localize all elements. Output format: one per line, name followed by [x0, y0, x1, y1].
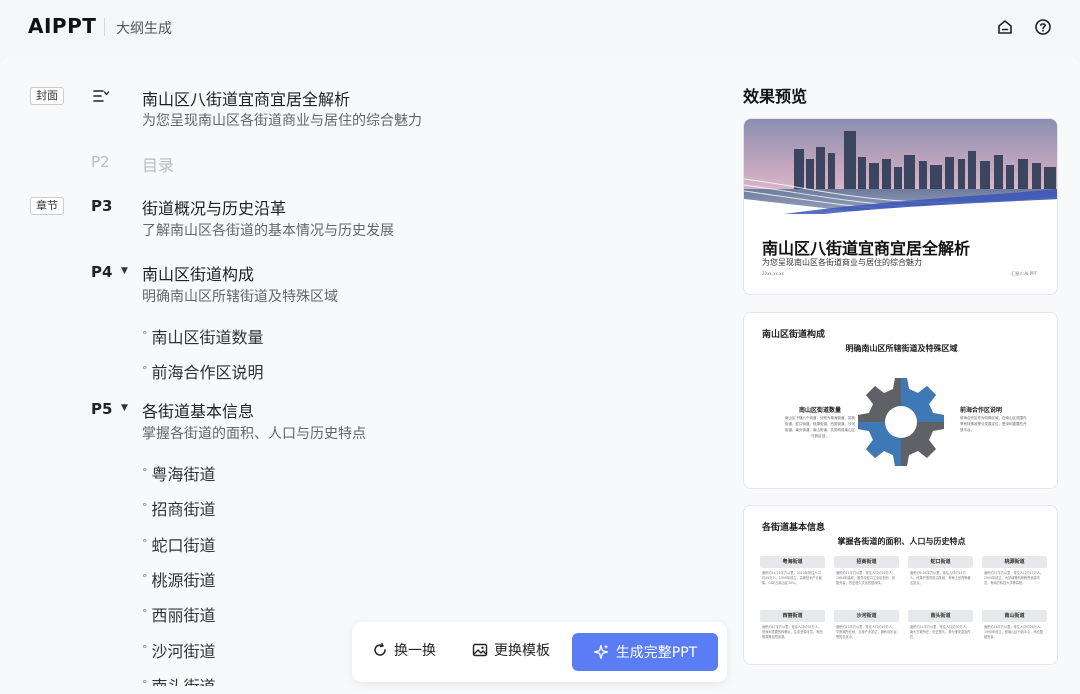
street-cell: 粤海街道 面积约14.25平方公里，2020年常住人口约45万人，1999年成立，… — [760, 556, 825, 606]
header-divider — [104, 18, 105, 36]
list-item[interactable]: ° 南山区街道数量 — [142, 324, 264, 348]
list-item[interactable]: ° 蛇口街道 — [142, 532, 216, 556]
list-item[interactable]: ° 沙河街道 — [142, 638, 216, 662]
sparkle-icon — [593, 644, 608, 660]
city-skyline-image — [744, 119, 1057, 214]
page-number-p5: P5 — [91, 400, 113, 418]
shuffle-label: 换一换 — [394, 643, 436, 659]
app-logo[interactable]: AIPPT — [28, 14, 96, 38]
preview-slide-composition[interactable]: 南山区街道构成 明确南山区所辖街道及特殊区域 南山区街道数量 南山区下辖八个街道… — [743, 312, 1058, 489]
list-item[interactable]: ° 粤海街道 — [142, 461, 216, 485]
list-item[interactable]: ° 招商街道 — [142, 496, 216, 520]
slide-subheading: 明确南山区所辖街道及特殊区域 — [845, 344, 958, 353]
street-grid: 粤海街道 面积约14.25平方公里，2020年常住人口约45万人，1999年成立，… — [760, 556, 1047, 660]
page-number-p4: P4 — [91, 263, 113, 281]
collapse-caret-icon[interactable]: ▼ — [121, 403, 128, 413]
slide-author: 汇报人:AI PPT — [1011, 271, 1037, 276]
p3-title[interactable]: 街道概况与历史沿革 — [142, 195, 286, 219]
slide-subtitle: 为您呈现南山区各街道商业与居住的综合魅力 — [762, 258, 922, 267]
list-sort-icon[interactable] — [92, 88, 110, 104]
home-icon[interactable] — [996, 18, 1014, 36]
gear-icon — [858, 378, 944, 466]
p3-desc[interactable]: 了解南山区各街道的基本情况与历史发展 — [142, 220, 394, 240]
collapse-caret-icon[interactable]: ▼ — [121, 266, 128, 276]
street-cell: 沙河街道 面积约21平方公里，常住人口约16万人，华侨城所在地，文旅产业发达，拥有… — [834, 610, 899, 660]
cover-title[interactable]: 南山区八街道宜商宜居全解析 — [142, 86, 350, 110]
preview-title: 效果预览 — [743, 87, 808, 106]
list-item[interactable]: ° 桃源街道 — [142, 567, 216, 591]
p5-desc[interactable]: 掌握各街道的面积、人口与历史特点 — [142, 423, 366, 443]
p5-title[interactable]: 各街道基本信息 — [142, 398, 254, 422]
image-template-icon — [472, 643, 488, 657]
chapter-tag: 章节 — [30, 197, 64, 215]
shuffle-button[interactable]: 换一换 — [372, 640, 436, 660]
action-bar: 换一换 更换模板 生成完整PPT — [352, 622, 727, 682]
list-item[interactable]: ° 前海合作区说明 — [142, 359, 264, 383]
cover-desc[interactable]: 为您呈现南山区各街道商业与居住的综合魅力 — [142, 110, 422, 130]
preview-slide-cover[interactable]: 南山区八街道宜商宜居全解析 为您呈现南山区各街道商业与居住的综合魅力 20xx.… — [743, 118, 1058, 295]
street-cell: 西丽街道 面积约47平方公里，常住人口约35万人，是深圳重要的科教区，生态资源丰富… — [760, 610, 825, 660]
help-icon[interactable] — [1034, 18, 1052, 36]
p4-title[interactable]: 南山区街道构成 — [142, 261, 254, 285]
slide-right-text: 前海合作区作为特殊区域，在南山区范围内享有特殊政策与发展定位，是深圳重要的开放平… — [960, 416, 1027, 432]
page-number-p3: P3 — [91, 197, 113, 215]
change-template-button[interactable]: 更换模板 — [472, 640, 550, 660]
street-cell: 南头街道 面积约11平方公里，常住人口约30万人，南头古城所在，历史悠久，曾为宝安… — [908, 610, 973, 660]
slide-left-text: 南山区下辖八个街道，分别为粤海街道、招商街道、蛇口街道、桃源街道、西丽街道、沙河… — [785, 416, 855, 438]
slide-subheading: 掌握各街道的面积、人口与历史特点 — [837, 537, 966, 546]
page-subtitle: 大纲生成 — [116, 21, 172, 37]
slide-heading: 南山区街道构成 — [762, 330, 826, 340]
slide-title: 南山区八街道宜商宜居全解析 — [762, 239, 971, 258]
slide-date: 20xx.xx.xx — [762, 271, 784, 276]
p4-desc[interactable]: 明确南山区所辖街道及特殊区域 — [142, 286, 338, 306]
generate-ppt-label: 生成完整PPT — [615, 645, 698, 661]
page-number-p2: P2 — [91, 153, 110, 171]
generate-ppt-button[interactable]: 生成完整PPT — [572, 633, 718, 671]
change-template-label: 更换模板 — [494, 643, 550, 659]
list-item[interactable]: ° 西丽街道 — [142, 602, 216, 626]
list-item[interactable]: °南头街道 — [142, 673, 216, 686]
top-bar: AIPPT 大纲生成 — [0, 0, 1080, 54]
slide-right-title: 前海合作区说明 — [960, 407, 1003, 414]
slide-heading: 各街道基本信息 — [762, 523, 826, 533]
refresh-icon — [374, 642, 386, 656]
cover-tag: 封面 — [30, 87, 64, 105]
slide-left-title: 南山区街道数量 — [798, 407, 841, 414]
street-cell: 南山街道 面积约18平方公里，常住人口约26万人，1990年设立，是南山区行政中心… — [982, 610, 1047, 660]
street-cell: 招商街道 面积约11平方公里，常住人口约19万人，1984年建成，港湾与蛇口工业区… — [834, 556, 899, 606]
street-cell: 桃源街道 面积约37平方公里，常住人口约17万人，2005年成立，大学城等科研教育… — [982, 556, 1047, 606]
p2-title: 目录 — [142, 156, 175, 175]
preview-slide-info[interactable]: 各街道基本信息 掌握各街道的面积、人口与历史特点 粤海街道 面积约14.25平方公… — [743, 505, 1058, 665]
street-cell: 蛇口街道 面积约9.08平方公里，常住人口约14万人，改革开放的前沿阵地，有海上世… — [908, 556, 973, 606]
